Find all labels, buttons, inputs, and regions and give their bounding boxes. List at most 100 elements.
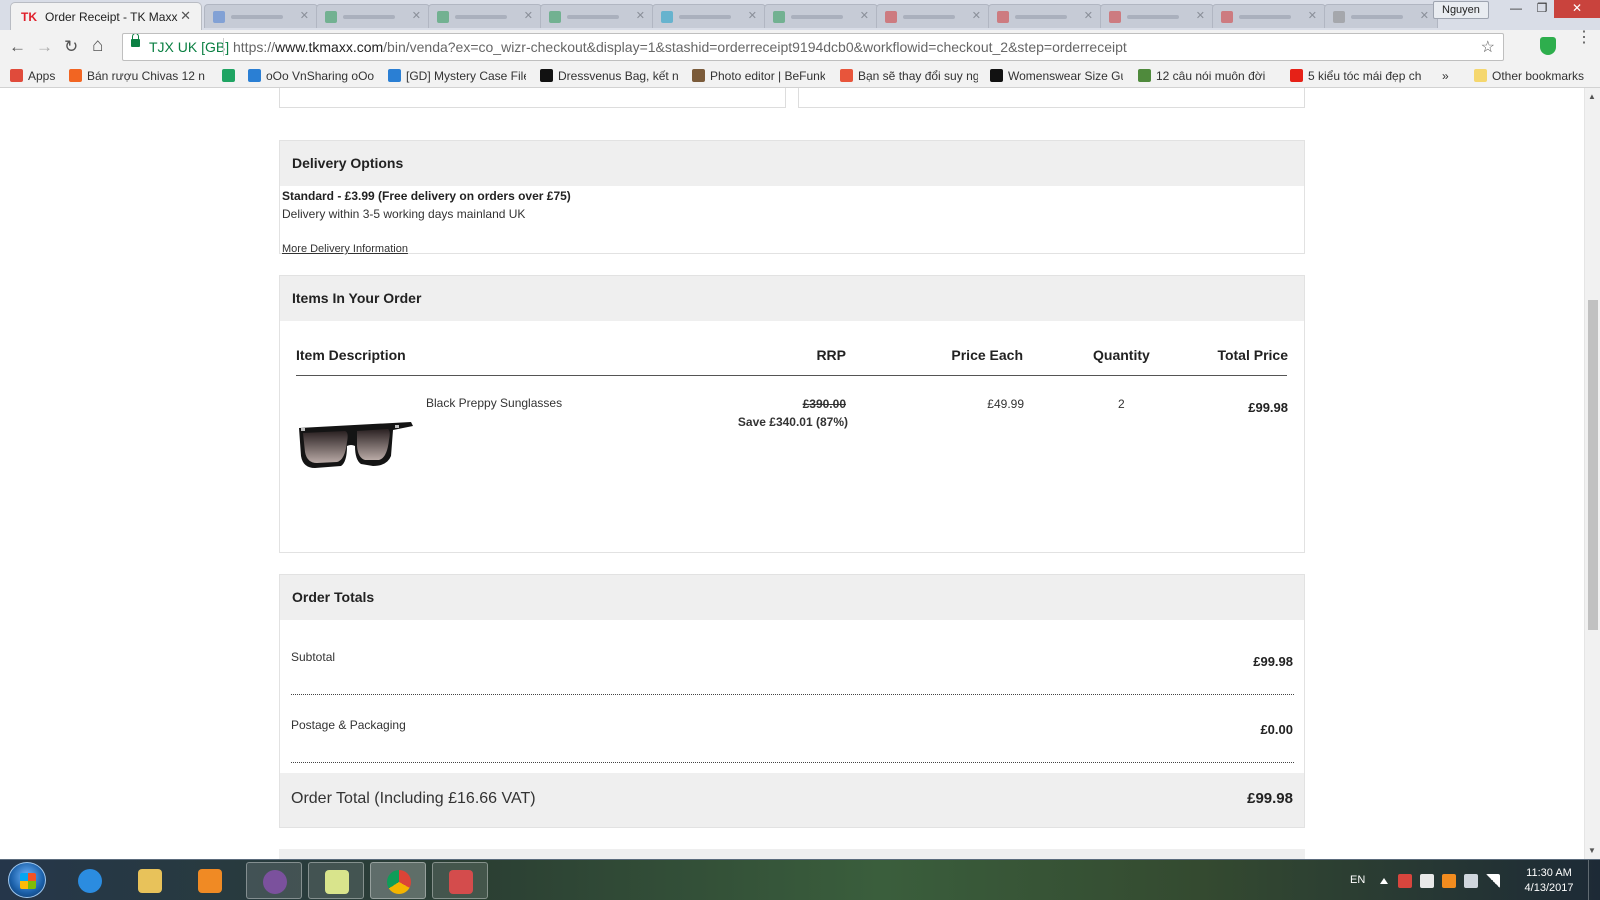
- bookmark-star-icon[interactable]: ☆: [1481, 37, 1495, 57]
- background-tab[interactable]: ✕: [1324, 4, 1438, 28]
- reload-icon[interactable]: ↻: [64, 37, 78, 57]
- order-total-label: Order Total (Including £16.66 VAT): [291, 790, 536, 807]
- bookmark-item[interactable]: Apps: [10, 69, 60, 83]
- url-separator: [223, 38, 224, 56]
- item-total-price: £99.98: [1248, 400, 1288, 415]
- bookmark-item[interactable]: [GD] Mystery Case File: [388, 69, 528, 83]
- clock-date: 4/13/2017: [1524, 882, 1574, 894]
- delivery-options-heading: Delivery Options: [280, 141, 1304, 186]
- tab-close-icon[interactable]: ✕: [180, 8, 191, 24]
- internet-explorer-icon: [78, 869, 102, 893]
- tab-close-icon[interactable]: ✕: [1420, 9, 1429, 22]
- tab-close-icon[interactable]: ✕: [524, 9, 533, 22]
- browser-menu-icon[interactable]: ⋮: [1576, 30, 1592, 46]
- tab-favicon-icon: [437, 11, 449, 23]
- language-indicator[interactable]: EN: [1350, 874, 1365, 886]
- maximize-button[interactable]: ❐: [1528, 0, 1556, 18]
- vivaldi-tray-icon[interactable]: [1398, 874, 1412, 888]
- background-tab[interactable]: ✕: [1100, 4, 1214, 28]
- background-tab[interactable]: ✕: [988, 4, 1102, 28]
- tab-close-icon[interactable]: ✕: [1084, 9, 1093, 22]
- forward-icon[interactable]: →: [36, 37, 53, 57]
- url-prefix: https://: [233, 39, 276, 55]
- col-total-price: Total Price: [1217, 347, 1288, 363]
- site-identity[interactable]: TJX UK [GB]: [149, 39, 229, 55]
- scroll-thumb[interactable]: [1588, 300, 1598, 630]
- background-tab[interactable]: ✕: [540, 4, 654, 28]
- bookmark-item[interactable]: Bán rượu Chivas 12 n: [69, 69, 209, 83]
- minimize-button[interactable]: —: [1502, 0, 1530, 18]
- bookmarks-overflow-icon[interactable]: »: [1442, 69, 1449, 83]
- tab-favicon-icon: [997, 11, 1009, 23]
- bookmarks-bar: Apps Bán rượu Chivas 12 n oOo VnSharing oO…: [0, 65, 1600, 88]
- home-icon[interactable]: ⌂: [92, 35, 103, 57]
- other-bookmarks[interactable]: Other bookmarks: [1474, 69, 1584, 83]
- bookmark-item[interactable]: oOo VnSharing oOo: [248, 69, 378, 83]
- internet-explorer-button[interactable]: [62, 862, 118, 899]
- tab-close-icon[interactable]: ✕: [300, 9, 309, 22]
- chrome-button[interactable]: [370, 862, 426, 899]
- page-scrollbar[interactable]: ▲ ▼: [1584, 88, 1600, 859]
- action-center-flag-icon[interactable]: [1420, 874, 1434, 888]
- tab-close-icon[interactable]: ✕: [748, 9, 757, 22]
- back-icon[interactable]: ←: [9, 37, 26, 57]
- bookmark-item[interactable]: Dressvenus Bag, kết n: [540, 69, 680, 83]
- col-rrp: RRP: [816, 347, 846, 363]
- apps-grid-icon: [10, 69, 23, 82]
- order-total-value: £99.98: [1247, 790, 1293, 807]
- bookmark-item[interactable]: Photo editor | BeFunk: [692, 69, 827, 83]
- background-tab[interactable]: ✕: [428, 4, 542, 28]
- page-viewport: Delivery Options Standard - £3.99 (Free …: [0, 88, 1584, 859]
- tab-close-icon[interactable]: ✕: [972, 9, 981, 22]
- clock[interactable]: 11:30 AM 4/13/2017: [1520, 866, 1578, 896]
- background-tab[interactable]: ✕: [652, 4, 766, 28]
- avast-icon[interactable]: [1442, 874, 1456, 888]
- url-text[interactable]: https://www.tkmaxx.com/bin/venda?ex=co_w…: [233, 39, 1127, 55]
- bookmark-item[interactable]: 12 câu nói muôn đời: [1138, 69, 1278, 83]
- more-delivery-info-link[interactable]: More Delivery Information: [282, 243, 408, 255]
- profile-button[interactable]: Nguyen: [1433, 1, 1489, 19]
- start-button[interactable]: [8, 862, 46, 898]
- bookmark-item[interactable]: 5 kiểu tóc mái đẹp ch: [1290, 69, 1430, 83]
- sticky-notes-button[interactable]: [308, 862, 364, 899]
- delivery-option-title: Standard - £3.99 (Free delivery on order…: [282, 189, 571, 203]
- window-close-button[interactable]: ✕: [1554, 0, 1600, 18]
- extension-shield-icon[interactable]: [1540, 37, 1556, 55]
- tab-close-icon[interactable]: ✕: [412, 9, 421, 22]
- tab-favicon-icon: [885, 11, 897, 23]
- tab-title-placeholder: [1351, 15, 1403, 19]
- viber-button[interactable]: [246, 862, 302, 899]
- tab-close-icon[interactable]: ✕: [1196, 9, 1205, 22]
- tab-close-icon[interactable]: ✕: [1308, 9, 1317, 22]
- tab-favicon-icon: [213, 11, 225, 23]
- bookmark-item[interactable]: [222, 69, 240, 83]
- background-tab[interactable]: ✕: [316, 4, 430, 28]
- item-name[interactable]: Black Preppy Sunglasses: [426, 396, 562, 410]
- sunglasses-product-image[interactable]: [295, 416, 417, 476]
- background-tab[interactable]: ✕: [764, 4, 878, 28]
- tab-close-icon[interactable]: ✕: [636, 9, 645, 22]
- bookmark-label: Dressvenus Bag, kết n: [558, 69, 678, 83]
- tab-close-icon[interactable]: ✕: [860, 9, 869, 22]
- snipping-tool-button[interactable]: [432, 862, 488, 899]
- background-tab[interactable]: ✕: [204, 4, 318, 28]
- file-explorer-button[interactable]: [122, 862, 178, 899]
- scroll-up-icon[interactable]: ▲: [1588, 92, 1596, 101]
- power-icon[interactable]: [1464, 874, 1478, 888]
- tab-order-receipt[interactable]: TK Order Receipt - TK Maxx ✕: [10, 2, 202, 30]
- background-tab[interactable]: ✕: [1212, 4, 1326, 28]
- address-bar[interactable]: TJX UK [GB] https://www.tkmaxx.com/bin/v…: [122, 33, 1504, 61]
- order-totals-heading: Order Totals: [280, 575, 1304, 620]
- scroll-down-icon[interactable]: ▼: [1588, 846, 1596, 855]
- other-bookmarks-label: Other bookmarks: [1492, 69, 1585, 83]
- media-player-button[interactable]: [182, 862, 238, 899]
- show-hidden-icons-icon[interactable]: [1380, 876, 1388, 884]
- bookmark-item[interactable]: Womenswear Size Gu: [990, 69, 1125, 83]
- network-signal-icon[interactable]: [1486, 874, 1500, 888]
- lock-icon[interactable]: [131, 34, 140, 47]
- bookmark-favicon-icon: [1290, 69, 1303, 82]
- show-desktop-button[interactable]: [1588, 860, 1600, 900]
- bookmark-item[interactable]: Bạn sẽ thay đổi suy ng: [840, 69, 980, 83]
- background-tab[interactable]: ✕: [876, 4, 990, 28]
- sticky-notes-icon: [325, 870, 349, 894]
